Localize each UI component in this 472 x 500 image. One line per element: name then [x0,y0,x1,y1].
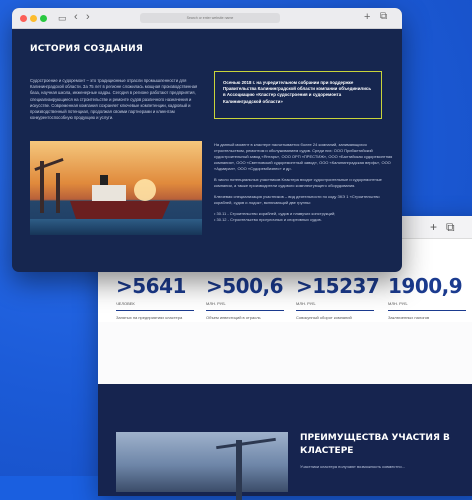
stat-taxes: 1900,9 МЛН. РУБ. Заключенных налогов [388,274,470,320]
sun-shape [134,179,156,201]
stat-value: 1900,9 [388,274,463,298]
port-crane-photo [116,432,288,500]
stat-divider [296,310,374,311]
intro-paragraph: Судостроение и судоремонт – это традицио… [30,78,198,121]
crane-arm [34,157,64,172]
new-tab-icon[interactable]: + [364,11,370,23]
ship-superstructure [92,185,126,203]
paragraph: В число потенциальных участников Кластер… [214,177,382,188]
back-arrow-icon[interactable]: ‹ [74,11,78,23]
address-bar[interactable]: Search or enter website name [140,13,280,23]
zoom-window-button[interactable] [40,15,47,22]
list-item: • 30.12 - Строительство прогулочных и сп… [214,217,322,222]
crane-tower [236,440,242,500]
front-browser-window: ▭ ‹ › Search or enter website name + ⧉ И… [12,8,402,272]
page-title: ИСТОРИЯ СОЗДАНИЯ [30,44,143,54]
stat-description: Заключенных налогов [388,315,430,320]
advantages-title: ПРЕИМУЩЕСТВА УЧАСТИЯ В КЛАСТЕРЕ [300,433,450,456]
stat-value: >15237 [296,274,380,298]
sidebar-icon[interactable]: ▭ [58,13,67,24]
stat-turnover: >15237 МЛН. РУБ. Совокупный оборот компа… [296,274,380,325]
crane-arm [216,437,276,450]
stat-divider [116,310,194,311]
tabs-overview-icon[interactable]: ⧉ [446,220,455,235]
stat-unit: ЧЕЛОВЕК [116,301,135,306]
stat-value: >500,6 [206,274,284,298]
browser-toolbar: ▭ ‹ › Search or enter website name + ⧉ [12,8,402,29]
close-window-button[interactable] [20,15,27,22]
light-section [98,322,472,384]
minimize-window-button[interactable] [30,15,37,22]
stat-description: Объем инвестиций в отрасль [206,315,261,320]
tabs-overview-icon[interactable]: ⧉ [380,11,387,22]
stat-employees: >5641 ЧЕЛОВЕК Занятых на предприятиях кл… [116,274,198,320]
highlight-quote: Осенью 2018 г. на учредительном собрании… [214,71,382,119]
ship-hull [70,201,170,219]
stat-divider [388,310,466,311]
stat-value: >5641 [116,274,186,298]
cluster-description: На данный момент в кластере насчитываетс… [214,142,396,228]
water [30,219,202,235]
new-tab-icon[interactable]: + [430,220,437,234]
stat-unit: МЛН. РУБ. [206,301,226,306]
advantages-text: Участники кластера получают возможность … [300,464,406,469]
paragraph: На данный момент в кластере насчитываетс… [214,142,393,171]
stat-unit: МЛН. РУБ. [388,301,408,306]
stat-investments: >500,6 МЛН. РУБ. Объем инвестиций в отра… [206,274,288,320]
stat-unit: МЛН. РУБ. [296,301,316,306]
forward-arrow-icon[interactable]: › [86,11,90,23]
stat-description: Занятых на предприятиях кластера [116,315,183,320]
ship-photo [30,141,202,235]
crane-tower [56,173,60,213]
stat-divider [206,310,284,311]
paragraph: Ключевая специализация участников – вид … [214,194,380,205]
